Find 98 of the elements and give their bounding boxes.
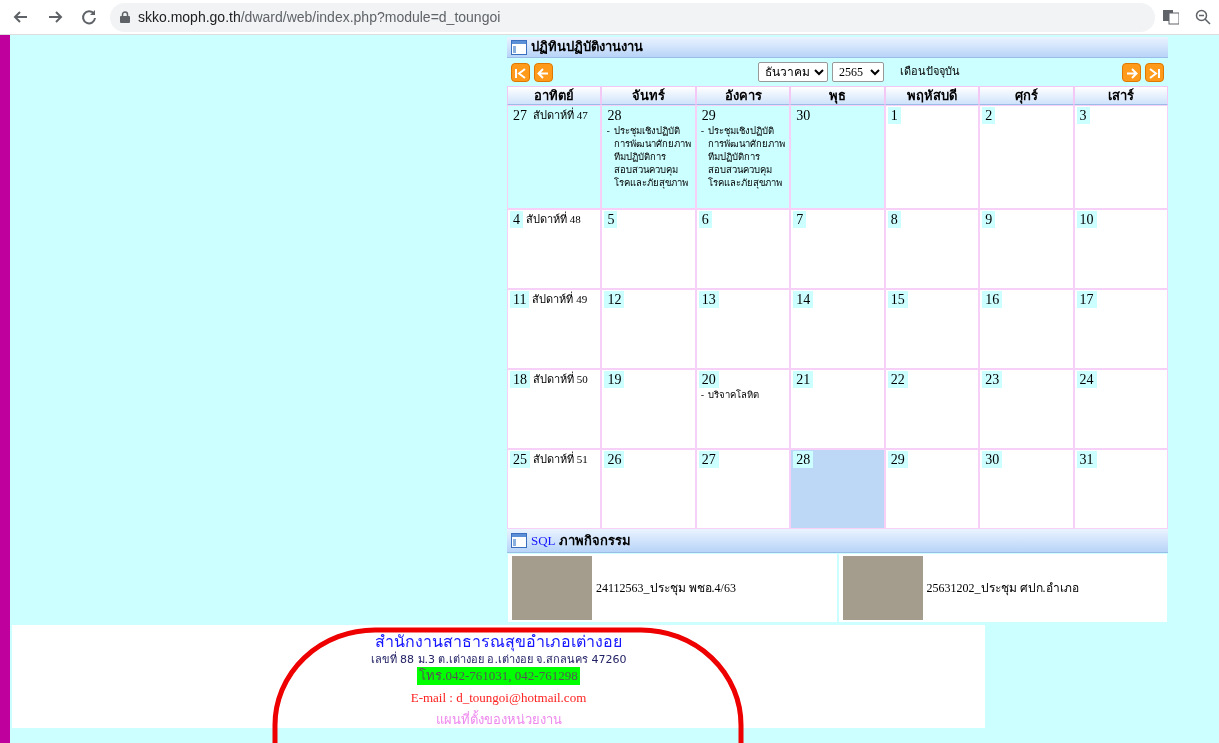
weekday-header: พุธ [790,86,885,105]
day-cell[interactable]: 10 [1073,209,1168,289]
activities-title: ภาพกิจกรรม [558,532,631,548]
day-cell[interactable]: 27 [695,449,791,529]
day-cell[interactable]: 12 [601,289,696,369]
current-month-link[interactable]: เดือนปัจจุบัน [900,63,960,81]
event-bullet: - [606,124,610,138]
day-cell[interactable]: 29 - ประชุมเชิงปฏิบัติการพัฒนาศักยภาพทีมปฏิบัติการสอบสวนควบคุมโรคและภัยสุขภาพ [695,105,791,209]
phone-text: โทร.042-761031, 042-761298 [417,667,580,685]
day-number: 17 [1076,291,1097,308]
event-entry[interactable]: ประชุมเชิงปฏิบัติการพัฒนาศักยภาพทีมปฏิบัติการสอบสวนควบคุมโรคและภัยสุขภาพ [708,124,788,189]
day-cell[interactable]: 24 [1073,369,1168,449]
week-label: สัปดาห์ที่ 48 [526,211,581,228]
day-number: 8 [887,211,901,228]
day-cell[interactable]: 18 สัปดาห์ที่ 50 [507,369,602,449]
day-cell[interactable]: 20 - บริจาคโลหิต [695,369,791,449]
day-cell[interactable]: 5 [601,209,696,289]
day-cell[interactable]: 1 [884,105,980,209]
day-number: 26 [604,451,625,468]
day-cell[interactable]: 27 สัปดาห์ที่ 47 [507,105,602,209]
day-number: 31 [1076,451,1097,468]
day-number: 5 [604,211,618,228]
week-label: สัปดาห์ที่ 47 [533,107,588,124]
day-number: 2 [982,107,996,124]
day-cell[interactable]: 22 [884,369,980,449]
day-cell[interactable]: 28 - ประชุมเชิงปฏิบัติการพัฒนาศักยภาพทีมปฏิบัติการสอบสวนควบคุมโรคและภัยสุขภาพ [601,105,696,209]
activity-link[interactable]: 24112563_ประชุม พชอ.4/63 [596,579,736,597]
address-bar[interactable]: skko.moph.go.th/dward/web/index.php?module=d_toungoi [110,2,1155,32]
day-cell[interactable]: 15 [884,289,980,369]
week-label: สัปดาห์ที่ 51 [533,451,588,468]
weekday-header: พฤหัสบดี [884,86,980,105]
day-cell[interactable]: 14 [790,289,885,369]
day-number: 13 [698,291,719,308]
day-number: 29 [887,451,908,468]
day-cell[interactable]: 7 [790,209,885,289]
day-cell[interactable]: 6 [695,209,791,289]
day-cell[interactable]: 30 [790,105,885,209]
day-cell[interactable]: 23 [979,369,1074,449]
day-number: 20 [698,371,719,388]
weekday-header: อังคาร [695,86,791,105]
day-cell[interactable]: 8 [884,209,980,289]
day-number: 25 [510,451,530,468]
day-number: 30 [982,451,1003,468]
event-entry[interactable]: บริจาคโลหิต [708,388,760,401]
day-number: 24 [1076,371,1097,388]
day-cell[interactable]: 17 [1073,289,1168,369]
weekday-header: อาทิตย์ [507,86,602,105]
day-cell[interactable]: 16 [979,289,1074,369]
day-number: 22 [887,371,908,388]
day-number: 15 [887,291,908,308]
day-number: 3 [1076,107,1090,124]
day-number: 18 [510,371,530,388]
activity-link[interactable]: 25631202_ประชุม ศปก.อำเภอ [926,579,1079,597]
weekday-header: จันทร์ [601,86,696,105]
day-number: 23 [982,371,1003,388]
email-text: E-mail : d_toungoi@hotmail.com [410,690,587,705]
day-number: 28 [793,451,814,468]
weekday-header: ศุกร์ [979,86,1074,105]
event-bullet: - [700,388,705,401]
day-cell[interactable]: 30 [979,449,1074,529]
day-cell[interactable]: 25 สัปดาห์ที่ 51 [507,449,602,529]
day-cell[interactable]: 11 สัปดาห์ที่ 49 [507,289,602,369]
month-select[interactable]: ธันวาคม [758,62,828,82]
day-number: 19 [604,371,625,388]
day-cell[interactable]: 28 [790,449,885,529]
day-number: 21 [793,371,814,388]
day-cell[interactable]: 31 [1073,449,1168,529]
day-cell[interactable]: 21 [790,369,885,449]
day-number: 12 [604,291,625,308]
event-bullet: - [700,124,705,138]
day-number: 6 [698,211,712,228]
week-label: สัปดาห์ที่ 50 [533,371,588,388]
day-cell[interactable]: 19 [601,369,696,449]
day-cell[interactable]: 26 [601,449,696,529]
url-text: skko.moph.go.th/dward/web/index.php?module=d_toungoi [138,7,501,27]
day-number: 27 [698,451,719,468]
day-cell[interactable]: 4 สัปดาห์ที่ 48 [507,209,602,289]
day-cell[interactable]: 29 [884,449,980,529]
address-text: เลขที่ 88 ม.3 ต.เต่างอย อ.เต่างอย จ.สกลนคร 47260 [369,652,628,668]
week-label: สัปดาห์ที่ 49 [532,291,588,308]
event-entry[interactable]: ประชุมเชิงปฏิบัติการพัฒนาศักยภาพทีมปฏิบัติการสอบสวนควบคุมโรคและภัยสุขภาพ [613,124,693,189]
weekday-header: เสาร์ [1073,86,1168,105]
sql-label: SQL [531,532,556,548]
day-cell[interactable]: 13 [695,289,791,369]
day-number: 7 [793,211,807,228]
day-number: 9 [982,211,996,228]
day-number: 1 [887,107,901,124]
day-number: 10 [1076,211,1097,228]
calendar-title: ปฏิทินปฏิบัติงานงาน [531,38,643,57]
year-select[interactable]: 2565 [832,62,884,82]
organization-name: สำนักงานสาธารณสุขอำเภอเต่างอย [375,631,623,652]
day-cell[interactable]: 9 [979,209,1074,289]
day-number: 16 [982,291,1003,308]
day-cell[interactable]: 2 [979,105,1074,209]
day-cell[interactable]: 3 [1073,105,1168,209]
day-number: 4 [510,211,523,228]
day-number: 14 [793,291,814,308]
day-number: 11 [510,291,530,308]
